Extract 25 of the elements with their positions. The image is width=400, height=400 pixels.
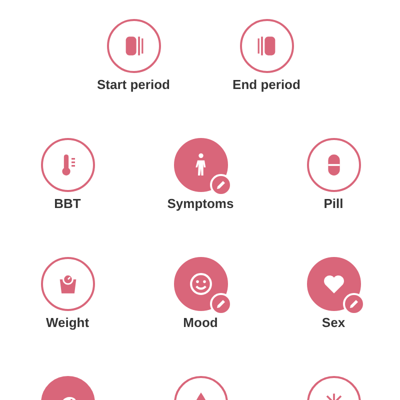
tracker-button[interactable] <box>240 19 294 73</box>
edit-icon[interactable] <box>342 293 364 315</box>
tracker-button[interactable] <box>40 138 94 192</box>
tracker-label: BBT <box>54 196 81 211</box>
edit-icon[interactable] <box>210 174 232 196</box>
thermometer-icon <box>62 154 74 176</box>
heart-icon <box>324 275 344 294</box>
tracker-button[interactable] <box>40 257 94 311</box>
tracker-label: Start period <box>97 77 170 92</box>
tracker-label: Pill <box>324 196 344 211</box>
person-figure-icon <box>195 153 206 176</box>
tracker-label: End period <box>232 77 300 92</box>
tracker-label: Mood <box>183 315 218 330</box>
tracker-label: Weight <box>46 315 90 330</box>
drop-icon <box>194 392 208 400</box>
tracker-button[interactable] <box>106 19 160 73</box>
tracker-button[interactable] <box>306 138 360 192</box>
pill-icon <box>328 154 340 176</box>
smiley-icon <box>190 273 212 295</box>
tracker-label: Sex <box>322 315 346 330</box>
edit-icon[interactable] <box>210 293 232 315</box>
tracker-label: Symptoms <box>167 196 234 211</box>
split-block-icon <box>125 36 143 56</box>
split-block-icon <box>257 36 275 56</box>
weight-scale-icon <box>59 274 76 294</box>
